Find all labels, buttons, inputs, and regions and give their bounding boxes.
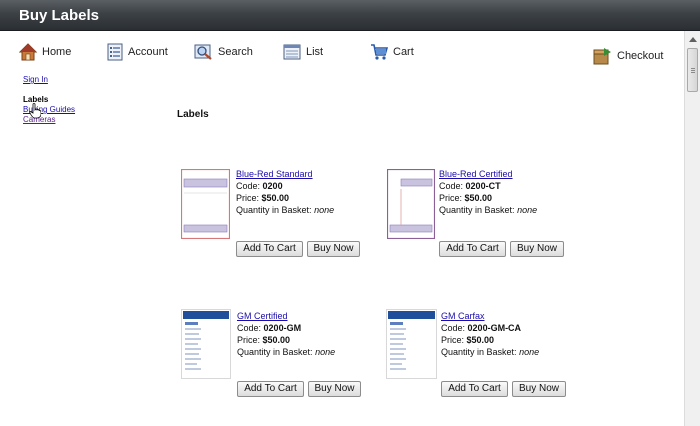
product-price: Price: $50.00 <box>236 193 290 203</box>
product-code: Code: 0200-CT <box>439 181 501 191</box>
scrollbar-thumb[interactable] <box>687 48 698 92</box>
add-to-cart-button[interactable]: Add To Cart <box>236 241 303 257</box>
nav-checkout[interactable]: Checkout <box>592 47 663 65</box>
product-price: Price: $50.00 <box>237 335 291 345</box>
section-title: Labels <box>177 109 209 120</box>
hand-cursor-icon <box>29 103 41 119</box>
add-to-cart-button[interactable]: Add To Cart <box>439 241 506 257</box>
product-thumbnail-blue-red-certified[interactable] <box>387 169 435 239</box>
product-quantity: Quantity in Basket: none <box>237 347 336 357</box>
buy-now-button[interactable]: Buy Now <box>307 241 360 257</box>
nav-cart[interactable]: Cart <box>370 43 414 61</box>
product-thumbnail-blue-red-standard[interactable] <box>181 169 230 239</box>
add-to-cart-button[interactable]: Add To Cart <box>237 381 304 397</box>
nav-search[interactable]: Search <box>194 43 253 61</box>
page-content: Home Account Search List Cart Checkout S… <box>0 31 684 426</box>
product-thumbnail-gm-carfax[interactable] <box>386 309 437 379</box>
product-name-link[interactable]: GM Certified <box>237 311 288 321</box>
product-thumbnail-gm-certified[interactable] <box>181 309 231 379</box>
add-to-cart-button[interactable]: Add To Cart <box>441 381 508 397</box>
product-code: Code: 0200-GM-CA <box>441 323 522 333</box>
product-quantity: Quantity in Basket: none <box>236 205 335 215</box>
nav-checkout-label: Checkout <box>617 50 664 62</box>
list-icon <box>283 44 301 60</box>
nav-search-label: Search <box>218 46 253 58</box>
scroll-up-arrow-icon[interactable] <box>685 31 700 47</box>
nav-account[interactable]: Account <box>107 43 168 61</box>
product-price: Price: $50.00 <box>441 335 495 345</box>
nav-account-label: Account <box>128 46 168 58</box>
buy-now-button[interactable]: Buy Now <box>512 381 566 397</box>
checkout-icon <box>593 48 611 65</box>
nav-home[interactable]: Home <box>19 43 71 61</box>
nav-list-label: List <box>306 46 324 58</box>
product-price: Price: $50.00 <box>439 193 493 203</box>
buy-now-button[interactable]: Buy Now <box>510 241 564 257</box>
product-name-link[interactable]: GM Carfax <box>441 311 485 321</box>
vertical-scrollbar[interactable] <box>684 31 700 426</box>
product-code: Code: 0200-GM <box>237 323 302 333</box>
nav-list[interactable]: List <box>283 43 323 61</box>
product-quantity: Quantity in Basket: none <box>441 347 540 357</box>
product-name-link[interactable]: Blue-Red Certified <box>439 169 513 179</box>
nav-home-label: Home <box>42 46 72 58</box>
product-code: Code: 0200 <box>236 181 283 191</box>
search-icon <box>194 44 212 60</box>
product-quantity: Quantity in Basket: none <box>439 205 538 215</box>
account-icon <box>107 43 123 61</box>
product-name-link[interactable]: Blue-Red Standard <box>236 169 313 179</box>
cart-icon <box>371 44 388 60</box>
buy-now-button[interactable]: Buy Now <box>308 381 361 397</box>
nav-cart-label: Cart <box>393 46 414 58</box>
sign-in-link[interactable]: Sign In <box>23 75 48 84</box>
window-title: Buy Labels <box>0 0 700 31</box>
home-icon <box>19 43 37 61</box>
